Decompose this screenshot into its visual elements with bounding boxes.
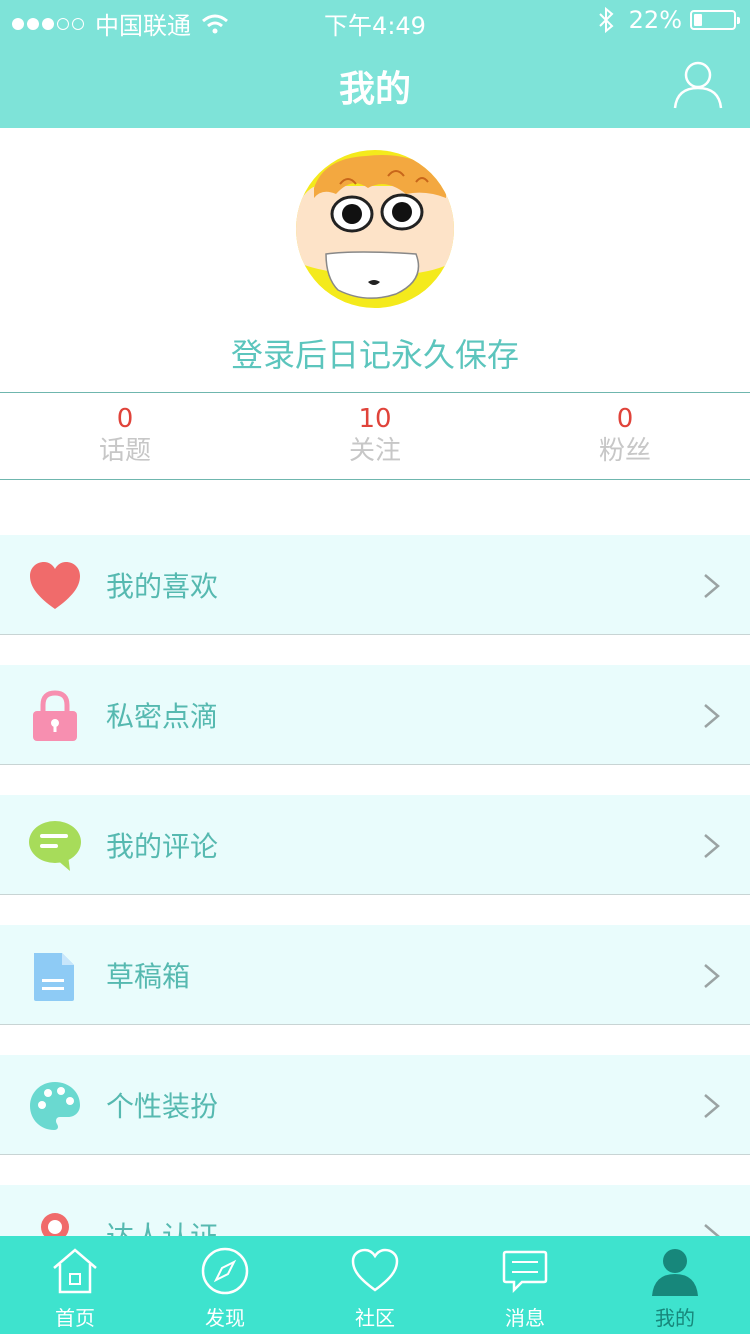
user-icon [652, 1249, 698, 1296]
menu-item-label: 我的喜欢 [106, 570, 219, 603]
tab-label: 消息 [505, 1306, 545, 1330]
tab-messages[interactable]: 消息 [450, 1236, 600, 1334]
compass-icon [201, 1247, 249, 1295]
menu-item-label: 个性装扮 [106, 1090, 219, 1123]
chevron-right-icon [704, 834, 720, 858]
tab-community[interactable]: 社区 [300, 1236, 450, 1334]
user-outline-icon[interactable] [672, 58, 724, 110]
heart-icon [30, 562, 80, 609]
login-hint[interactable]: 登录后日记永久保存 [0, 330, 750, 376]
bluetooth-icon [598, 7, 614, 33]
stat-fans[interactable]: 0 粉丝 [500, 393, 750, 479]
tab-label: 我的 [655, 1306, 695, 1330]
tab-mine[interactable]: 我的 [600, 1236, 750, 1334]
home-icon [53, 1248, 97, 1294]
lock-icon [33, 690, 77, 741]
document-icon [34, 953, 74, 1001]
stat-label: 话题 [98, 436, 151, 466]
tab-label: 社区 [355, 1306, 395, 1330]
menu-item-drafts[interactable]: 草稿箱 [0, 925, 750, 1025]
battery-icon [690, 10, 740, 30]
stat-topics[interactable]: 0 话题 [0, 393, 250, 479]
status-right: 22% [597, 6, 740, 34]
tab-label: 首页 [55, 1306, 95, 1330]
menu-item-comments[interactable]: 我的评论 [0, 795, 750, 895]
stat-count: 0 [116, 404, 134, 434]
menu-item-themes[interactable]: 个性装扮 [0, 1055, 750, 1155]
battery-percent: 22% [628, 6, 682, 34]
chevron-right-icon [704, 574, 720, 598]
menu-item-label: 我的评论 [106, 830, 219, 863]
tab-discover[interactable]: 发现 [150, 1236, 300, 1334]
chevron-right-icon [704, 704, 720, 728]
menu-item-likes[interactable]: 我的喜欢 [0, 535, 750, 635]
stat-count: 0 [616, 404, 634, 434]
menu-item-private[interactable]: 私密点滴 [0, 665, 750, 765]
tab-bar: 首页 发现 社区 消息 我的 [0, 1236, 750, 1334]
stat-following[interactable]: 10 关注 [250, 393, 500, 479]
stat-count: 10 [358, 404, 392, 434]
avatar[interactable] [296, 150, 454, 308]
menu-item-label: 私密点滴 [106, 700, 219, 733]
chevron-right-icon [704, 1094, 720, 1118]
status-bar: 中国联通 下午4:49 22% [0, 0, 750, 40]
stat-label: 关注 [348, 436, 401, 466]
comment-icon [29, 821, 81, 871]
chevron-right-icon [704, 964, 720, 988]
stats-bar: 0 话题 10 关注 0 粉丝 [0, 392, 750, 480]
heart-outline-icon [351, 1248, 399, 1292]
top-bar: 中国联通 下午4:49 22% 我的 [0, 0, 750, 128]
tab-label: 发现 [205, 1306, 245, 1330]
stat-label: 粉丝 [598, 436, 651, 466]
palette-icon [30, 1082, 80, 1130]
tab-home[interactable]: 首页 [0, 1236, 150, 1334]
message-icon [502, 1250, 548, 1294]
page-title: 我的 [338, 69, 411, 110]
menu-item-label: 草稿箱 [106, 960, 191, 993]
